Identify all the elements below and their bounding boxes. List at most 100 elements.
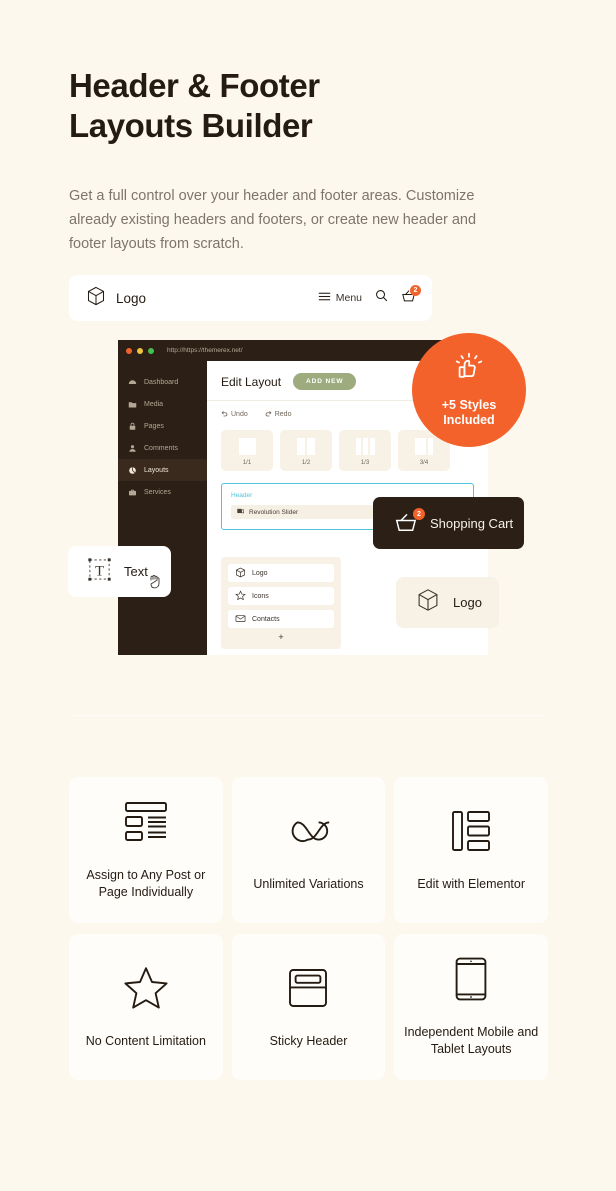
feature-grid: Assign to Any Post or Page Individually … [69, 777, 548, 1080]
undo-label: Undo [231, 411, 248, 418]
user-icon [128, 444, 137, 453]
media-icon [128, 400, 137, 409]
widget-item-contacts[interactable]: Contacts [228, 610, 334, 628]
feature-card: Edit with Elementor [394, 777, 548, 923]
widget-item-icons[interactable]: Icons [228, 587, 334, 605]
styles-included-badge: +5 Styles Included [412, 333, 526, 447]
undo-icon [221, 410, 228, 419]
preset-thumb-1-1 [238, 438, 256, 455]
star-icon [235, 589, 246, 603]
page-title: Header & Footer Layouts Builder [69, 66, 539, 146]
feature-card: Independent Mobile and Tablet Layouts [394, 934, 548, 1080]
widget-item-logo[interactable]: Logo [228, 564, 334, 582]
page-root: Header & Footer Layouts Builder Get a fu… [0, 0, 616, 1191]
preset-thumb-1-3 [355, 438, 375, 455]
preset-label: 1/3 [360, 460, 370, 466]
preset-thumb-3-4 [415, 438, 433, 455]
shopping-cart-card[interactable]: 2 Shopping Cart [373, 497, 524, 549]
sidebar-item-media[interactable]: Media [118, 393, 207, 415]
star-outline-icon [122, 965, 170, 1011]
shopping-cart-label: Shopping Cart [430, 515, 514, 531]
column-preset[interactable]: 1/3 [339, 430, 391, 471]
intro-section: Header & Footer Layouts Builder Get a fu… [69, 66, 539, 256]
add-new-button[interactable]: ADD NEW [293, 373, 357, 390]
widget-label: Contacts [252, 615, 280, 623]
elementor-icon [450, 808, 492, 854]
layouts-icon [128, 466, 137, 475]
admin-sidebar: Dashboard Media Pages Comments Layouts S… [118, 361, 207, 655]
feature-label: Unlimited Variations [253, 876, 364, 891]
red-dot[interactable] [126, 347, 132, 354]
lock-icon [128, 422, 137, 431]
text-widget-label: Text [124, 564, 148, 579]
feature-card: Assign to Any Post or Page Individually [69, 777, 223, 923]
sidebar-item-services[interactable]: Services [118, 481, 207, 503]
svg-text:T: T [95, 563, 104, 579]
cart-button[interactable]: 2 [401, 284, 421, 308]
styles-badge-line-1: +5 Styles [441, 398, 497, 412]
search-icon[interactable] [375, 289, 388, 307]
sidebar-item-pages[interactable]: Pages [118, 415, 207, 437]
header-bar-mockup: Logo Menu 2 [69, 275, 432, 321]
menu-button[interactable]: Menu [318, 289, 362, 307]
column-preset[interactable]: 1/1 [221, 430, 273, 471]
sidebar-item-comments[interactable]: Comments [118, 437, 207, 459]
sidebar-label: Dashboard [144, 378, 179, 386]
sidebar-label: Media [144, 400, 164, 408]
feature-label: Assign to Any Post or Page Individually [86, 868, 206, 899]
styles-badge-text: +5 Styles Included [442, 398, 497, 428]
edit-layout-title: Edit Layout [221, 374, 282, 389]
column-preset[interactable]: 1/2 [280, 430, 332, 471]
text-widget-card[interactable]: T Text [68, 546, 171, 597]
text-tool-icon: T [87, 557, 112, 587]
grab-hand-cursor [148, 573, 162, 594]
sidebar-item-layouts[interactable]: Layouts [118, 459, 207, 481]
redo-icon [265, 410, 272, 419]
feature-label: Sticky Header [269, 1033, 348, 1048]
header-bar-actions: Menu 2 [318, 284, 421, 308]
thumbs-up-icon [450, 352, 488, 395]
sidebar-label: Services [144, 488, 171, 496]
slider-label: Revolution Slider [249, 508, 299, 516]
header-bar-logo-text: Logo [116, 290, 147, 306]
redo-label: Redo [274, 411, 292, 418]
logo-widget-label: Logo [453, 595, 482, 610]
yellow-dot[interactable] [137, 347, 143, 354]
cube-logo-icon [85, 285, 107, 312]
cart-badge: 2 [410, 284, 421, 296]
cart-card-badge: 2 [413, 508, 425, 520]
logo-widget-card[interactable]: Logo [396, 577, 499, 628]
cart-icon: 2 [394, 508, 425, 534]
green-dot[interactable] [148, 347, 154, 354]
envelope-icon [235, 613, 246, 626]
preset-label: 1/1 [242, 460, 252, 466]
briefcase-icon [128, 488, 137, 497]
preset-label: 1/2 [301, 460, 311, 466]
dashboard-icon [128, 378, 137, 387]
page-subtext: Get a full control over your header and … [69, 188, 477, 252]
address-bar[interactable]: http://https://themerex.net/ [167, 347, 243, 354]
feature-card: Sticky Header [231, 934, 386, 1080]
menu-label: Menu [335, 292, 362, 304]
widget-label: Logo [252, 569, 268, 577]
sidebar-item-dashboard[interactable]: Dashboard [118, 371, 207, 393]
widget-list: Logo Icons Contacts + [221, 557, 341, 649]
preset-thumb-1-2 [297, 438, 315, 455]
undo-button[interactable]: Undo [221, 410, 248, 419]
tablet-icon [454, 956, 488, 1002]
page-title-line-1: Header & Footer [69, 67, 320, 104]
feature-card: Unlimited Variations [231, 777, 386, 923]
slider-icon [237, 508, 245, 517]
header-bar-brand[interactable]: Logo [85, 285, 146, 312]
layout-blocks-icon [123, 799, 169, 845]
sidebar-label: Pages [144, 422, 164, 430]
cube-icon [235, 567, 246, 580]
preset-label: 3/4 [419, 460, 429, 466]
cube-icon [415, 587, 441, 618]
page-title-line-2: Layouts Builder [69, 107, 313, 144]
sidebar-label: Comments [144, 444, 178, 452]
sidebar-label: Layouts [144, 466, 169, 474]
sticky-header-icon [287, 965, 329, 1011]
redo-button[interactable]: Redo [265, 410, 292, 419]
add-widget-button[interactable]: + [228, 633, 334, 645]
